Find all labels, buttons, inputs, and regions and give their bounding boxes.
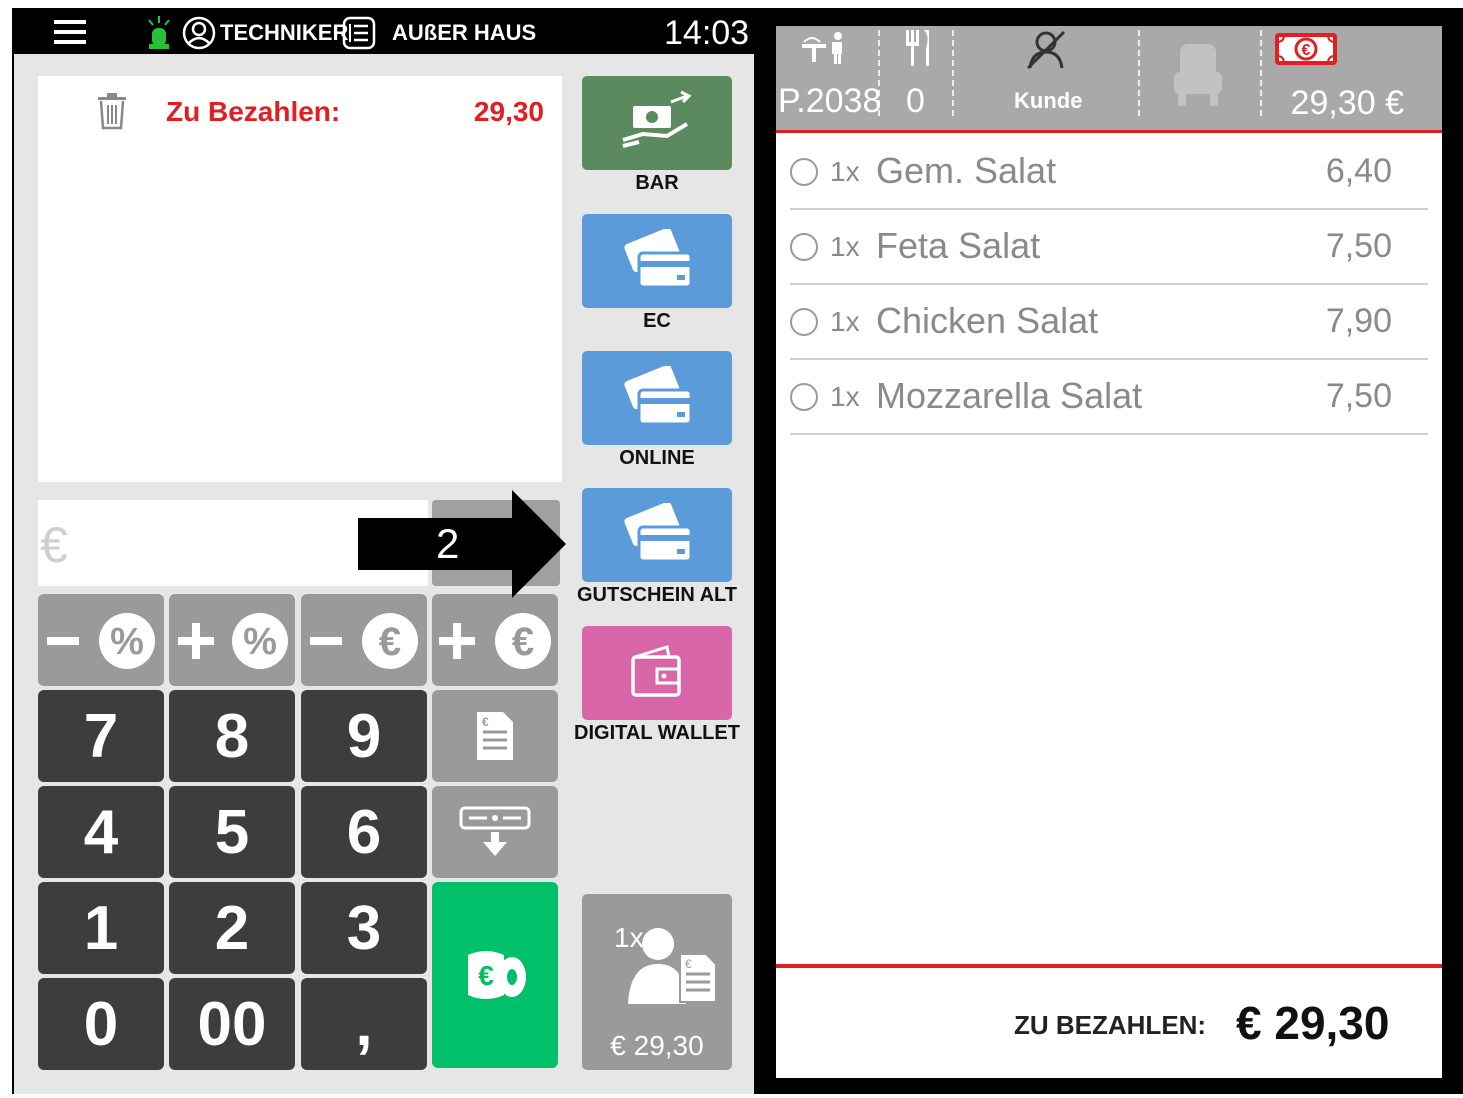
annotation-number: 2 bbox=[436, 520, 460, 567]
order-header: P.2038 0 Kunde € 29,30 € bbox=[776, 26, 1442, 130]
pay-online-label: ONLINE bbox=[619, 447, 695, 469]
pay-bar-label: BAR bbox=[635, 172, 679, 194]
item-qty: 1x bbox=[830, 156, 860, 187]
svg-text:€: € bbox=[685, 957, 692, 971]
header-divider bbox=[776, 130, 1442, 133]
plus-euro-button[interactable]: € bbox=[432, 594, 558, 686]
footer-due-amount: € 29,30 bbox=[1236, 997, 1390, 1049]
svg-text:€: € bbox=[482, 715, 489, 729]
key-8[interactable]: 8 bbox=[169, 690, 295, 782]
order-item-row[interactable]: 1x Chicken Salat 7,90 bbox=[790, 284, 1428, 360]
user-name[interactable]: TECHNIKER bbox=[220, 20, 348, 46]
order-mode-icon[interactable] bbox=[342, 16, 376, 50]
key-7[interactable]: 7 bbox=[38, 690, 164, 782]
key-5[interactable]: 5 bbox=[169, 786, 295, 878]
pay-digital-wallet-button[interactable] bbox=[582, 626, 732, 720]
svg-text:%: % bbox=[110, 621, 144, 663]
receipt-icon: € bbox=[477, 712, 513, 760]
pay-voucher-old-label: GUTSCHEIN ALT bbox=[577, 584, 737, 606]
item-name: Gem. Salat bbox=[876, 150, 1057, 191]
top-bar: TECHNIKER AUßER HAUS 14:03 bbox=[14, 10, 754, 54]
pay-ec-label: EC bbox=[643, 310, 671, 332]
split-bill-button[interactable]: 1x € € 29,30 bbox=[582, 894, 732, 1070]
pay-digital-wallet-label: DIGITAL WALLET bbox=[574, 722, 740, 744]
item-price: 7,90 bbox=[1325, 302, 1392, 340]
order-total: 29,30 € bbox=[1290, 84, 1404, 122]
svg-text:%: % bbox=[243, 621, 277, 663]
clock: 14:03 bbox=[664, 14, 750, 52]
footer-divider bbox=[776, 964, 1442, 968]
pay-online-button[interactable] bbox=[582, 351, 732, 445]
svg-text:€: € bbox=[478, 960, 494, 991]
select-radio[interactable] bbox=[790, 383, 818, 411]
item-price: 7,50 bbox=[1325, 377, 1392, 415]
item-price: 6,40 bbox=[1325, 152, 1392, 190]
due-label: Zu Bezahlen: bbox=[166, 96, 341, 127]
cash-drawer-icon bbox=[459, 806, 531, 856]
table-number[interactable]: P.2038 bbox=[778, 82, 881, 121]
item-name: Feta Salat bbox=[876, 225, 1041, 266]
minus-euro-button[interactable]: € bbox=[301, 594, 427, 686]
alarm-light-icon bbox=[148, 16, 170, 49]
cash-drawer-button[interactable] bbox=[432, 786, 558, 878]
cash-hand-icon bbox=[622, 90, 692, 148]
key-0[interactable]: 0 bbox=[38, 978, 164, 1070]
customer-label[interactable]: Kunde bbox=[1014, 88, 1082, 114]
annotation-arrow-icon bbox=[358, 490, 566, 598]
svg-text:€: € bbox=[512, 620, 534, 664]
pay-cash-button[interactable]: € bbox=[432, 882, 558, 1068]
banknote-icon: € bbox=[1275, 33, 1337, 65]
wallet-icon bbox=[631, 645, 681, 697]
currency-symbol: € bbox=[40, 517, 68, 573]
minus-percent-button[interactable]: % bbox=[38, 594, 164, 686]
order-item-row[interactable]: 1x Gem. Salat 6,40 bbox=[790, 134, 1428, 210]
menu-icon[interactable] bbox=[54, 20, 86, 50]
due-amount: 29,30 bbox=[473, 96, 544, 127]
key-4[interactable]: 4 bbox=[38, 786, 164, 878]
key-6[interactable]: 6 bbox=[301, 786, 427, 878]
item-price: 7,50 bbox=[1325, 227, 1392, 265]
guest-count[interactable]: 0 bbox=[906, 82, 925, 121]
item-qty: 1x bbox=[830, 381, 860, 412]
pay-bar-button[interactable] bbox=[582, 76, 732, 170]
item-qty: 1x bbox=[830, 306, 860, 337]
select-radio[interactable] bbox=[790, 233, 818, 261]
item-name: Chicken Salat bbox=[876, 300, 1099, 341]
plus-percent-button[interactable]: % bbox=[169, 594, 295, 686]
key-3[interactable]: 3 bbox=[301, 882, 427, 974]
user-icon[interactable] bbox=[182, 16, 216, 50]
customer-icon bbox=[1026, 30, 1066, 70]
table-service-icon bbox=[802, 32, 842, 64]
receipt-button[interactable]: € bbox=[432, 690, 558, 782]
svg-text:€: € bbox=[379, 620, 401, 664]
pay-voucher-old-button[interactable] bbox=[582, 488, 732, 582]
key-comma[interactable]: , bbox=[301, 978, 427, 1070]
footer-due-label: ZU BEZAHLEN: bbox=[1014, 1010, 1207, 1040]
svg-text:€: € bbox=[1302, 42, 1311, 59]
split-amount: € 29,30 bbox=[610, 1030, 704, 1061]
credit-card-icon bbox=[624, 366, 693, 426]
receipt-area: Zu Bezahlen: 29,30 bbox=[38, 76, 562, 482]
credit-card-icon bbox=[624, 503, 693, 563]
select-radio[interactable] bbox=[790, 158, 818, 186]
key-1[interactable]: 1 bbox=[38, 882, 164, 974]
credit-card-icon bbox=[624, 229, 693, 289]
pay-ec-button[interactable] bbox=[582, 214, 732, 308]
key-00[interactable]: 00 bbox=[169, 978, 295, 1070]
person-receipt-icon: € bbox=[628, 928, 717, 1004]
trash-icon[interactable] bbox=[96, 92, 128, 130]
key-2[interactable]: 2 bbox=[169, 882, 295, 974]
item-qty: 1x bbox=[830, 231, 860, 262]
select-radio[interactable] bbox=[790, 308, 818, 336]
order-item-row[interactable]: 1x Mozzarella Salat 7,50 bbox=[790, 359, 1428, 435]
seat-icon bbox=[1174, 44, 1222, 106]
key-9[interactable]: 9 bbox=[301, 690, 427, 782]
item-name: Mozzarella Salat bbox=[876, 375, 1143, 416]
cutlery-icon bbox=[906, 30, 929, 66]
order-mode[interactable]: AUßER HAUS bbox=[392, 20, 536, 46]
order-item-row[interactable]: 1x Feta Salat 7,50 bbox=[790, 209, 1428, 285]
cash-roll-icon: € bbox=[468, 951, 526, 999]
